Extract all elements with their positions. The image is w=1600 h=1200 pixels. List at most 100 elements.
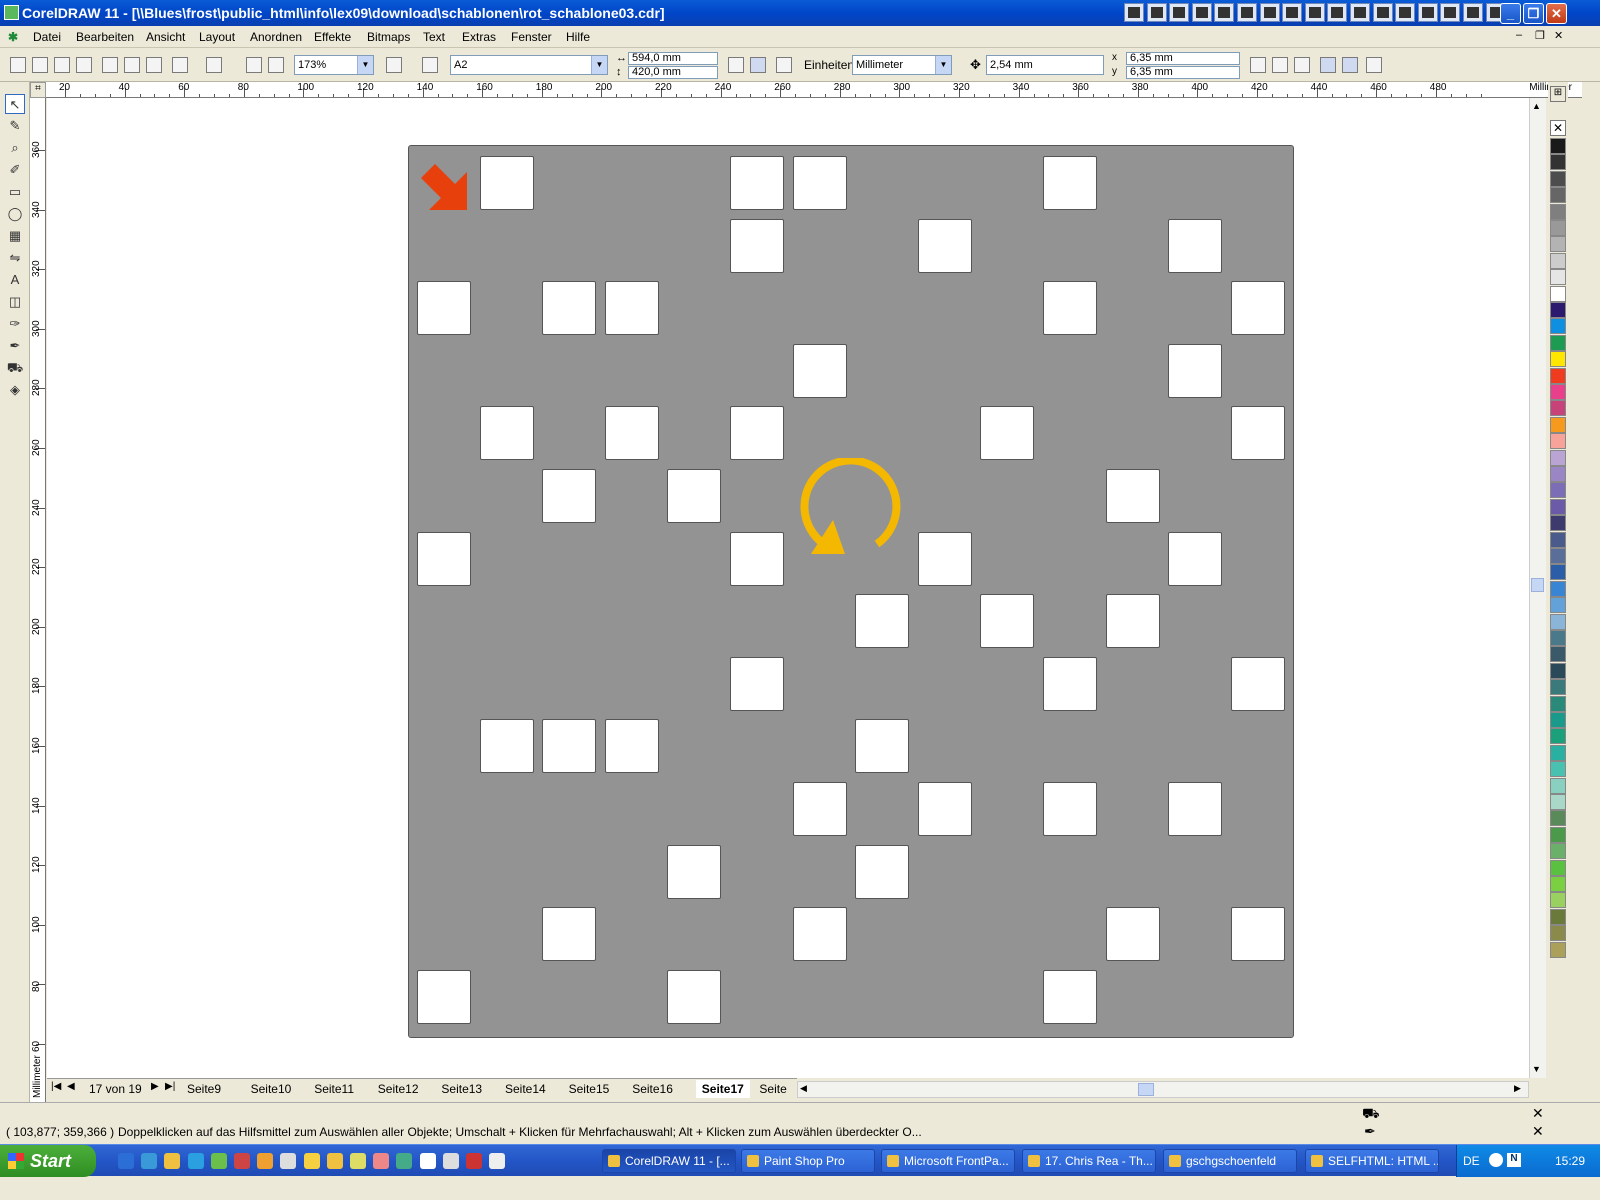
page-tab-seite[interactable]: Seite bbox=[759, 1080, 786, 1098]
vertical-scrollbar[interactable]: ▲ ▼ bbox=[1529, 98, 1546, 1078]
zoom-level-select[interactable]: 173% ▼ bbox=[294, 55, 374, 75]
quick-launch-icon[interactable] bbox=[210, 1153, 227, 1169]
color-swatch[interactable] bbox=[1550, 252, 1566, 269]
title-bar-icon[interactable] bbox=[1237, 3, 1257, 22]
color-swatch[interactable] bbox=[1550, 679, 1566, 696]
rectangle-tool-icon[interactable]: ▭ bbox=[5, 182, 25, 202]
template-hole[interactable] bbox=[792, 156, 847, 210]
quick-launch-icon[interactable] bbox=[118, 1153, 134, 1169]
color-swatch[interactable] bbox=[1550, 285, 1566, 302]
horizontal-scroll-thumb[interactable] bbox=[1138, 1083, 1154, 1096]
document-icon[interactable]: ✱ bbox=[8, 30, 18, 44]
title-bar-icon[interactable] bbox=[1327, 3, 1348, 22]
print-icon[interactable] bbox=[76, 57, 92, 73]
title-bar-icon[interactable] bbox=[1146, 3, 1167, 22]
interactive-fill-tool-icon[interactable]: ◈ bbox=[5, 380, 25, 400]
template-hole[interactable] bbox=[792, 782, 847, 836]
color-swatch[interactable] bbox=[1550, 433, 1566, 450]
eyedropper-tool-icon[interactable]: ✑ bbox=[5, 314, 25, 334]
color-swatch[interactable] bbox=[1550, 859, 1566, 876]
template-hole[interactable] bbox=[604, 406, 659, 461]
export-icon[interactable] bbox=[268, 57, 284, 73]
template-hole[interactable] bbox=[730, 531, 784, 586]
template-hole[interactable] bbox=[1168, 218, 1223, 273]
nudge-offset-field[interactable]: 2,54 mm bbox=[986, 55, 1104, 75]
save-icon[interactable] bbox=[54, 57, 70, 73]
color-swatch[interactable] bbox=[1550, 744, 1566, 761]
quick-launch-icon[interactable] bbox=[350, 1153, 366, 1169]
menu-fenster[interactable]: Fenster bbox=[511, 30, 552, 44]
fill-indicator-icon[interactable]: ⛟ bbox=[1362, 1105, 1380, 1124]
color-swatch[interactable] bbox=[1550, 695, 1566, 712]
draw-boundary-icon[interactable] bbox=[1342, 57, 1358, 73]
doc-minimize-button[interactable]: – bbox=[1516, 29, 1522, 41]
minimize-button[interactable]: _ bbox=[1500, 3, 1521, 24]
previous-page-icon[interactable]: ◀ bbox=[67, 1081, 75, 1092]
horizontal-ruler[interactable]: Millimeter 20406080100120140160180200220… bbox=[30, 82, 1582, 98]
template-hole[interactable] bbox=[855, 594, 910, 649]
paper-type-select[interactable]: A2 ▼ bbox=[450, 55, 608, 75]
template-hole[interactable] bbox=[1043, 156, 1097, 210]
scroll-up-icon[interactable]: ▲ bbox=[1532, 101, 1541, 111]
title-bar-icon[interactable] bbox=[1417, 3, 1438, 22]
graph-paper-tool-icon[interactable]: ▦ bbox=[5, 226, 25, 246]
taskbar-button[interactable]: 17. Chris Rea - Th... bbox=[1022, 1149, 1156, 1173]
template-hole[interactable] bbox=[417, 531, 471, 586]
template-hole[interactable] bbox=[542, 469, 597, 523]
menu-effekte[interactable]: Effekte bbox=[314, 30, 351, 44]
template-hole[interactable] bbox=[1168, 531, 1223, 586]
template-hole[interactable] bbox=[792, 907, 847, 962]
text-tool-icon[interactable]: A bbox=[5, 270, 25, 290]
template-hole[interactable] bbox=[730, 406, 784, 461]
ruler-origin-icon[interactable]: ⌗ bbox=[30, 82, 46, 98]
units-select[interactable]: Millimeter ▼ bbox=[852, 55, 952, 75]
options-icon[interactable] bbox=[1366, 57, 1382, 73]
template-hole[interactable] bbox=[730, 656, 784, 711]
maximize-button[interactable]: ❐ bbox=[1523, 3, 1544, 24]
open-file-icon[interactable] bbox=[32, 57, 48, 73]
duplicate-x-field[interactable]: 6,35 mm bbox=[1126, 52, 1240, 65]
menu-anordnen[interactable]: Anordnen bbox=[250, 30, 302, 44]
color-swatch[interactable] bbox=[1550, 630, 1566, 646]
template-hole[interactable] bbox=[542, 719, 597, 774]
template-hole[interactable] bbox=[1230, 907, 1285, 962]
template-hole[interactable] bbox=[1168, 343, 1223, 398]
page-tab-seite14[interactable]: Seite14 bbox=[505, 1080, 546, 1098]
template-hole[interactable] bbox=[980, 594, 1035, 649]
scroll-down-icon[interactable]: ▼ bbox=[1532, 1064, 1541, 1074]
start-arrow-icon[interactable] bbox=[419, 164, 471, 216]
copy-icon[interactable] bbox=[124, 57, 140, 73]
undo-icon[interactable] bbox=[172, 57, 188, 73]
color-swatch[interactable] bbox=[1550, 580, 1566, 597]
horizontal-scrollbar[interactable]: ◀ ▶ bbox=[797, 1081, 1529, 1098]
title-bar-icon[interactable] bbox=[1259, 3, 1280, 22]
color-swatch[interactable] bbox=[1550, 400, 1566, 417]
corel-online-icon[interactable] bbox=[422, 57, 438, 73]
template-hole[interactable] bbox=[1043, 969, 1097, 1024]
chevron-down-icon[interactable]: ▼ bbox=[591, 56, 607, 74]
duplicate-y-field[interactable]: 6,35 mm bbox=[1126, 66, 1240, 79]
template-hole[interactable] bbox=[667, 969, 722, 1024]
menu-bearbeiten[interactable]: Bearbeiten bbox=[76, 30, 134, 44]
template-hole[interactable] bbox=[1105, 907, 1160, 962]
no-color-swatch-icon[interactable]: ✕ bbox=[1550, 120, 1566, 136]
page-tab-seite9[interactable]: Seite9 bbox=[187, 1080, 221, 1098]
page-tab-seite17[interactable]: Seite17 bbox=[695, 1080, 750, 1098]
page-tab-seite11[interactable]: Seite11 bbox=[314, 1080, 354, 1098]
color-swatch[interactable] bbox=[1550, 892, 1566, 909]
doc-close-button[interactable]: ✕ bbox=[1554, 29, 1563, 42]
palette-options-icon[interactable]: ⊞ bbox=[1550, 86, 1566, 102]
quick-launch-icon[interactable] bbox=[303, 1153, 320, 1169]
color-swatch[interactable] bbox=[1550, 810, 1566, 827]
outline-tool-icon[interactable]: ✒ bbox=[5, 336, 25, 356]
template-hole[interactable] bbox=[667, 844, 722, 899]
landscape-icon[interactable] bbox=[750, 57, 766, 73]
color-swatch[interactable] bbox=[1550, 646, 1566, 663]
taskbar-button[interactable]: SELFHTML: HTML ... bbox=[1305, 1149, 1439, 1173]
color-swatch[interactable] bbox=[1550, 236, 1566, 253]
template-hole[interactable] bbox=[980, 406, 1035, 461]
quick-launch-icon[interactable] bbox=[396, 1153, 413, 1169]
color-swatch[interactable] bbox=[1550, 876, 1566, 892]
color-swatch[interactable] bbox=[1550, 466, 1566, 482]
color-swatch[interactable] bbox=[1550, 318, 1566, 335]
